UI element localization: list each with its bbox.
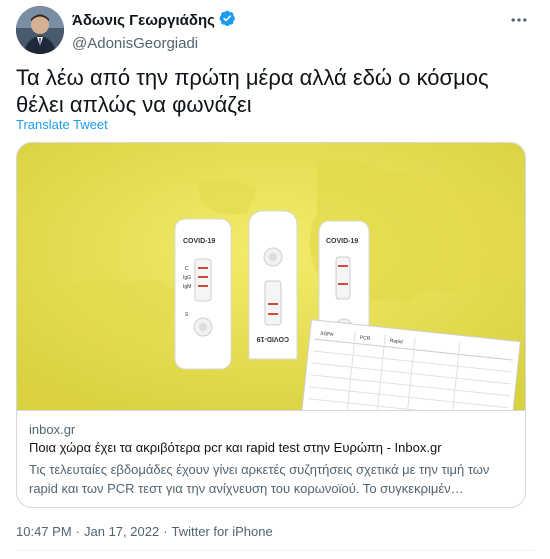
more-options-button[interactable]: [504, 8, 534, 32]
translate-tweet-link[interactable]: Translate Tweet: [16, 117, 108, 132]
tweet-date[interactable]: Jan 17, 2022: [84, 524, 159, 539]
card-body: inbox.gr Ποια χώρα έχει τα ακριβότερα pc…: [17, 410, 525, 507]
card-title: Ποια χώρα έχει τα ακριβότερα pcr και rap…: [29, 440, 442, 455]
divider: [16, 550, 534, 551]
tweet-source[interactable]: Twitter for iPhone: [172, 524, 273, 539]
test-cassette-1: COVID-19 C IgG IgM S: [174, 218, 232, 370]
tweet-header: Άδωνις Γεωργιάδης @AdonisGeorgiadi: [16, 6, 534, 54]
mark-c: C: [185, 266, 189, 272]
mark-igg: IgG: [183, 275, 191, 281]
display-name[interactable]: Άδωνις Γεωργιάδης: [72, 12, 215, 29]
link-preview-card[interactable]: COVID-19 C IgG IgM S COVID-19 COVID-19 Χ…: [16, 142, 526, 508]
meta-separator-2: ·: [163, 524, 168, 539]
test-label-3: COVID-19: [326, 238, 358, 245]
card-domain: inbox.gr: [29, 422, 76, 437]
test-cassette-2: COVID-19: [248, 210, 298, 360]
test-label-2: COVID-19: [257, 335, 289, 342]
table-header-pcr: PCR: [360, 335, 372, 342]
tweet-time[interactable]: 10:47 PM: [16, 524, 72, 539]
mark-igm: IgM: [183, 284, 191, 290]
avatar[interactable]: [16, 6, 64, 54]
card-image: COVID-19 C IgG IgM S COVID-19 COVID-19 Χ…: [17, 143, 525, 410]
meta-separator: ·: [75, 524, 80, 539]
user-handle[interactable]: @AdonisGeorgiadi: [72, 35, 236, 52]
tweet-meta: 10:47 PM · Jan 17, 2022 · Twitter for iP…: [16, 524, 273, 539]
tweet-text: Τα λέω από την πρώτη μέρα αλλά εδώ ο κόσ…: [16, 65, 489, 117]
test-label-1: COVID-19: [183, 238, 215, 245]
verified-badge-icon: [218, 9, 236, 32]
card-description: Τις τελευταίες εβδομάδες έχουν γίνει αρκ…: [29, 462, 490, 496]
more-horizontal-icon: [511, 18, 527, 22]
